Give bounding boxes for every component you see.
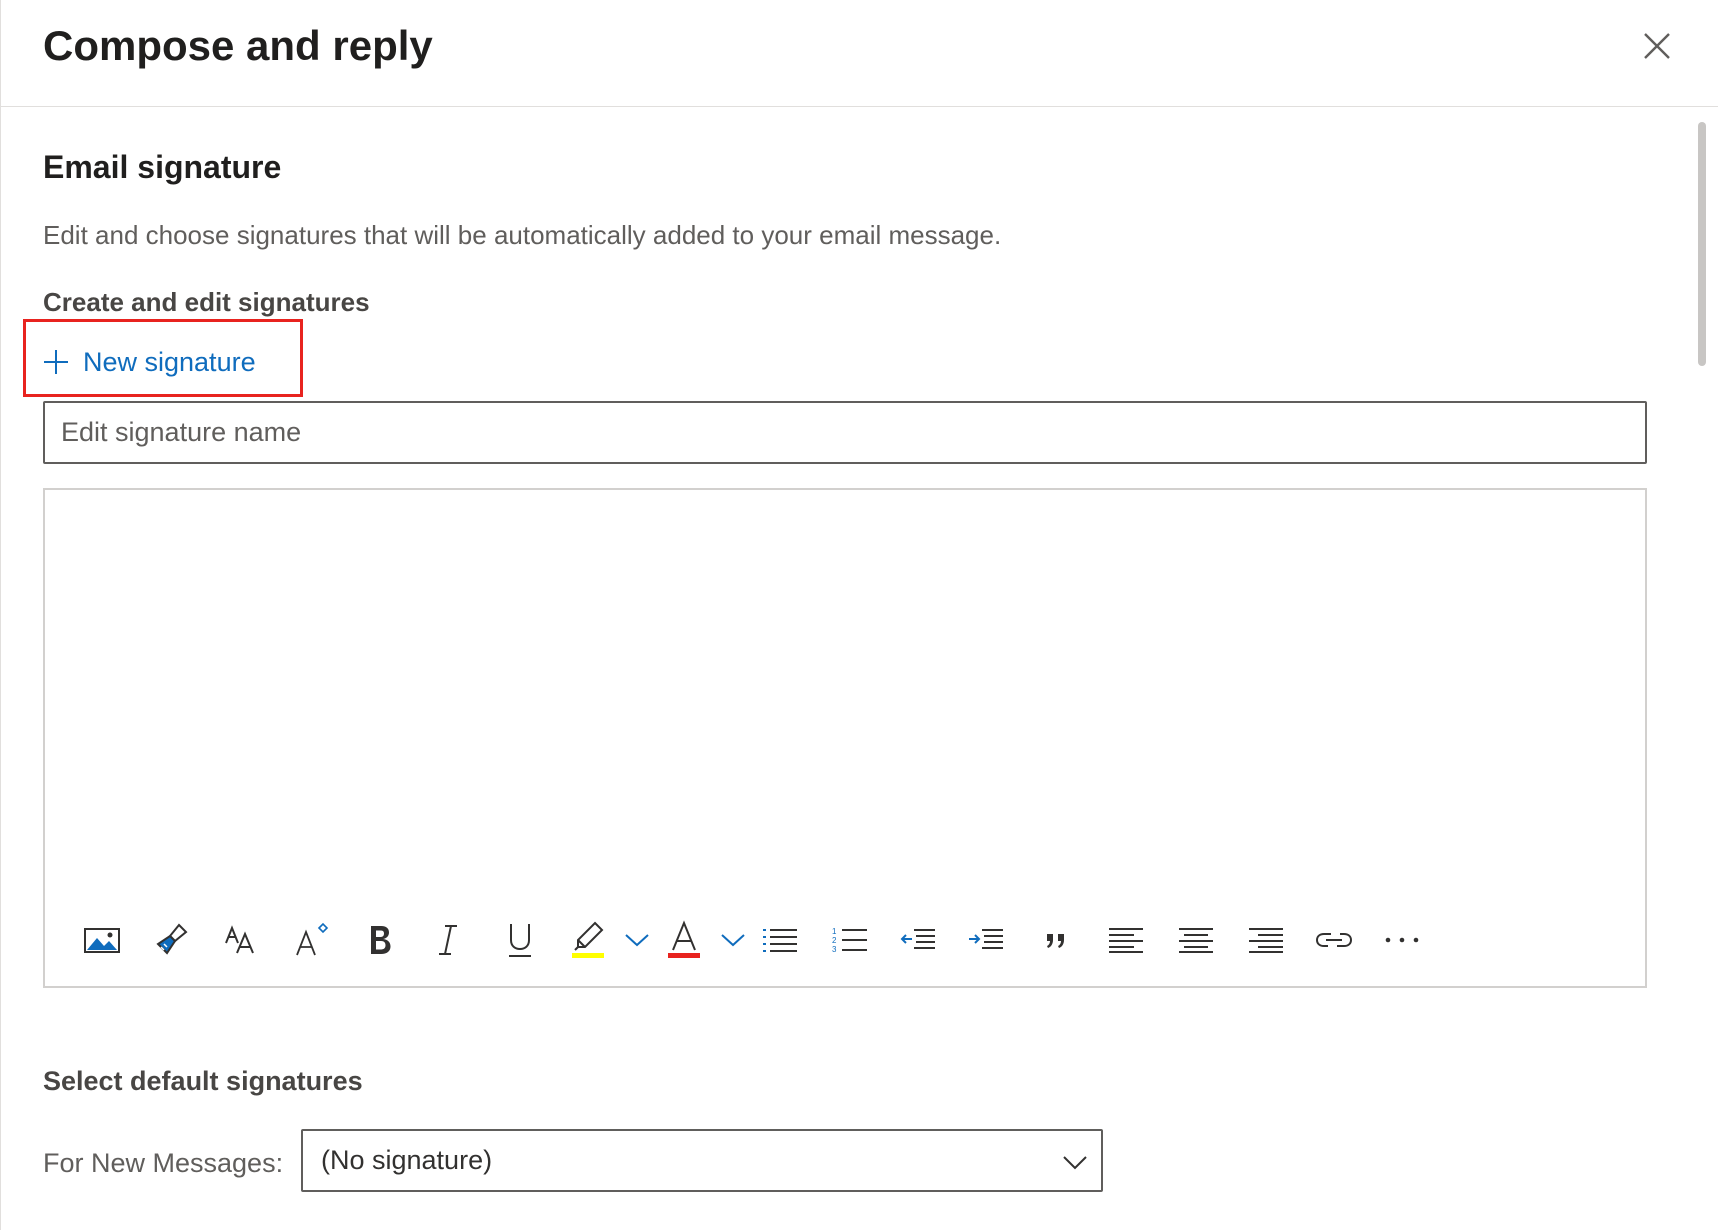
font-color-icon [668, 920, 700, 958]
grow-font-button[interactable] [287, 912, 337, 968]
quote-icon [1047, 934, 1064, 948]
insert-link-button[interactable] [1309, 912, 1359, 968]
align-center-button[interactable] [1171, 912, 1221, 968]
font-color-button[interactable] [659, 912, 709, 968]
numbering-button[interactable]: 1 2 3 [825, 912, 875, 968]
panel-header: Compose and reply [1, 0, 1718, 107]
svg-text:1: 1 [832, 927, 837, 936]
formatting-toolbar: 1 2 3 [45, 912, 1645, 968]
align-left-button[interactable] [1101, 912, 1151, 968]
svg-text:2: 2 [832, 936, 837, 945]
increase-indent-icon [969, 929, 1003, 949]
numbering-icon: 1 2 3 [832, 927, 867, 954]
compose-and-reply-panel: Compose and reply Email signature Edit a… [0, 0, 1718, 1230]
insert-picture-icon [84, 928, 120, 953]
font-size-icon [225, 925, 254, 954]
highlight-dropdown-button[interactable] [617, 912, 657, 968]
for-new-messages-value: (No signature) [321, 1145, 493, 1175]
align-right-button[interactable] [1241, 912, 1291, 968]
chevron-down-icon [721, 934, 745, 947]
font-size-button[interactable] [217, 912, 267, 968]
link-icon [1315, 933, 1353, 947]
align-center-icon [1179, 928, 1213, 953]
plus-icon [44, 350, 68, 374]
for-new-messages-label: For New Messages: [43, 1148, 284, 1178]
more-options-button[interactable] [1377, 912, 1427, 968]
italic-button[interactable] [423, 912, 473, 968]
new-signature-label: New signature [83, 346, 256, 377]
quote-button[interactable] [1031, 912, 1081, 968]
email-signature-description: Edit and choose signatures that will be … [43, 220, 1002, 250]
more-options-icon [1385, 937, 1419, 943]
bold-icon [371, 926, 391, 954]
svg-text:3: 3 [832, 945, 837, 954]
new-signature-button[interactable]: New signature [43, 342, 256, 382]
email-signature-heading: Email signature [43, 149, 282, 185]
format-painter-button[interactable] [147, 912, 197, 968]
for-new-messages-dropdown[interactable]: (No signature) [301, 1129, 1103, 1192]
insert-picture-button[interactable] [77, 912, 127, 968]
align-left-icon [1109, 928, 1143, 953]
highlight-icon [572, 921, 604, 958]
bullets-icon [763, 929, 797, 952]
chevron-down-icon [625, 934, 649, 947]
underline-icon [509, 924, 531, 957]
underline-button[interactable] [495, 912, 545, 968]
panel-title: Compose and reply [43, 22, 433, 69]
create-edit-signatures-heading: Create and edit signatures [43, 287, 370, 317]
select-default-signatures-heading: Select default signatures [43, 1066, 363, 1096]
close-button[interactable] [1637, 26, 1677, 66]
signature-editor: 1 2 3 [43, 488, 1647, 988]
decrease-indent-icon [900, 929, 935, 949]
bold-button[interactable] [355, 912, 405, 968]
decrease-indent-button[interactable] [893, 912, 943, 968]
signature-body-editor[interactable] [45, 490, 1645, 890]
close-icon [1644, 33, 1670, 59]
italic-icon [439, 925, 457, 955]
scrollbar-thumb[interactable] [1698, 122, 1706, 366]
highlight-button[interactable] [563, 912, 613, 968]
align-right-icon [1249, 928, 1283, 953]
signature-name-input[interactable] [43, 401, 1647, 464]
bullets-button[interactable] [755, 912, 805, 968]
font-color-dropdown-button[interactable] [713, 912, 753, 968]
chevron-down-icon [1063, 1156, 1087, 1170]
format-painter-icon [156, 923, 188, 955]
grow-font-icon [296, 922, 329, 956]
increase-indent-button[interactable] [961, 912, 1011, 968]
